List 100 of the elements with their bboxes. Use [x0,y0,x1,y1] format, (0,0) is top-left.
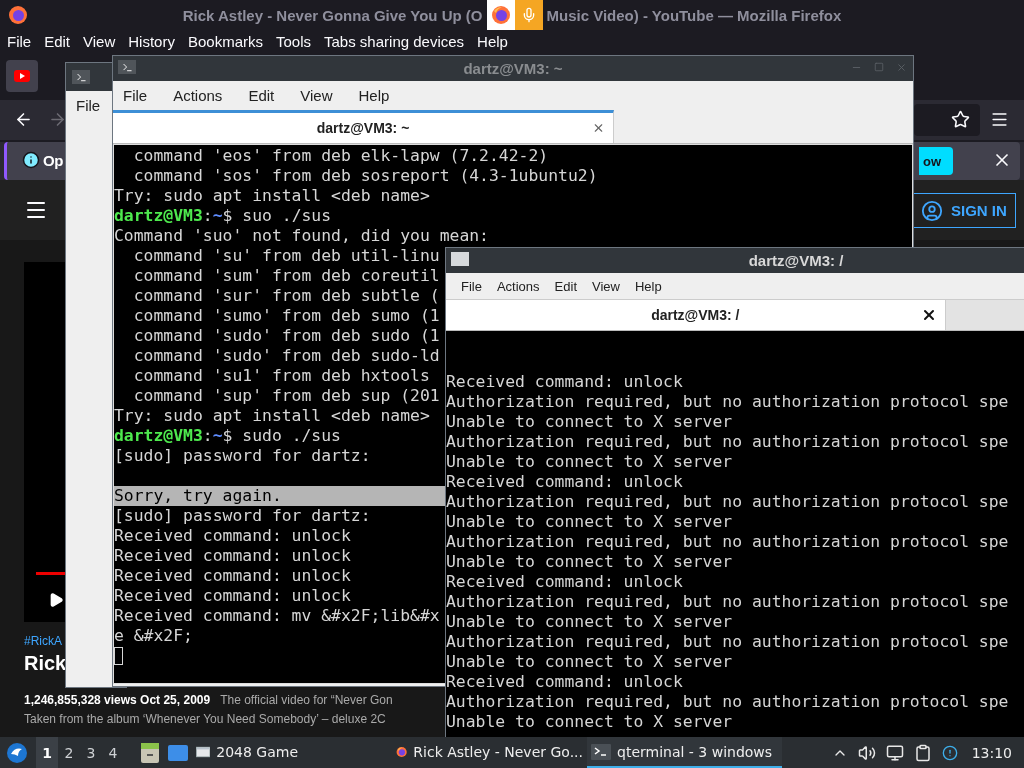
menu-item[interactable]: View [592,278,620,294]
menu-item[interactable]: Tabs sharing devices [324,32,465,50]
terminal-line: Try: sudo apt install <deb name> [114,406,430,425]
terminal-line: Authorization required, but no authorization protocol spe [446,632,1009,651]
url-field[interactable] [914,104,980,136]
file-cabinet-icon [141,742,159,763]
terminal-tab[interactable]: dartz@VM3: ~ [113,110,614,143]
terminal-line: Authorization required, but no authorization protocol spe [446,592,1009,611]
workspace-button[interactable]: 2 [58,737,80,768]
terminal-line: command 'sudo' from deb sudo (1 [132,326,440,345]
terminal-line: Authorization required, but no authorization protocol spe [446,532,1009,551]
terminal-line: Authorization required, but no authorization protocol spe [446,392,1009,411]
menu-item[interactable]: View [300,87,333,104]
menu-item[interactable]: File [461,278,482,294]
terminal-line: Try: sudo apt install <deb name> [114,186,430,205]
window-icon [196,743,211,760]
terminal-tab[interactable]: dartz@VM3: / [446,299,946,330]
network-icon[interactable] [885,743,904,762]
clipboard-icon[interactable] [913,743,932,762]
video-description: The official video for “Never Gon [220,693,393,707]
menu-item[interactable]: Help [477,32,508,50]
video-stats: 1,246,855,328 views Oct 25, 2009 [24,693,211,707]
back-icon[interactable] [14,110,33,129]
workspace-button[interactable]: 1 [36,737,58,768]
terminal-line: Unable to connect to X server [446,652,733,671]
terminal-line: command 'sup' from deb sup (201 [132,386,440,405]
taskbar-button[interactable]: 2048 Game [192,737,302,768]
menu-item[interactable]: History [128,32,175,50]
terminal-line: Unable to connect to X server [446,452,733,471]
menu-item[interactable]: Edit [248,87,275,104]
menu-item[interactable]: Help [634,278,662,294]
window-title: Rick Astley - Never Gonna Give You Up (O [182,6,483,24]
terminal-line: command 'su1' from deb hxtools [132,366,430,385]
terminal-line: command 'sumo' from deb sumo (1 [132,306,440,325]
sign-in-button[interactable]: SIGN IN [912,193,1016,228]
star-icon[interactable] [951,110,970,129]
screen-icon [168,744,188,761]
bird-logo-icon [6,741,28,764]
taskbar-button[interactable]: qterminal - 3 windows [587,737,782,768]
terminal-line: e &#x2F; [114,626,193,645]
menu-item[interactable]: Edit [44,32,71,50]
user-icon [921,199,943,222]
terminal-line: command 'sudo' from deb sudo-ld [132,346,440,365]
window-title: dartz@VM3: / [748,252,844,269]
terminal-line: Authorization required, but no authorization protocol spe [446,432,1009,451]
volume-icon[interactable] [857,743,876,762]
window-title: dartz@VM3: ~ [463,60,563,77]
terminal-line: [sudo] password for dartz: [114,446,371,465]
terminal-line: Received command: unlock [114,586,351,605]
notification-text: Op [43,152,63,169]
taskbar-button[interactable]: Rick Astley - Never Go... [392,737,587,768]
window-title: Music Video) - YouTube — Mozilla Firefox [546,6,842,24]
terminal-line: Command 'suo' not found, did you mean: [114,226,489,245]
terminal-line: command 'sum' from deb coreutil [132,266,440,285]
terminal-line: Received command: mv &#x2F;lib&#x [114,606,440,625]
forward-icon[interactable] [48,110,67,129]
firefox-icon [490,5,511,25]
video-logo-icon [14,70,30,82]
terminal-line: Received command: unlock [446,672,683,691]
terminal-line: Authorization required, but no authorization protocol spe [446,692,1009,711]
video-title: Rick [24,652,67,675]
hashtag-link[interactable]: #RickA [24,634,62,648]
notification-icon[interactable] [941,744,958,761]
terminal-line: Received command: unlock [446,572,683,591]
progress-line [36,572,65,575]
info-icon [22,151,40,169]
menu-item[interactable]: Actions [173,87,223,104]
clock[interactable]: 13:10 [971,744,1012,761]
terminal-line: Unable to connect to X server [446,412,733,431]
workspace-button[interactable]: 4 [102,737,124,768]
play-icon[interactable] [48,592,64,608]
menu-item[interactable]: Actions [496,278,540,294]
menu-item[interactable]: File [76,96,101,114]
terminal-line: command 'sur' from deb subtle ( [132,286,440,305]
terminal-line: Received command: unlock [114,546,351,565]
firefox-icon [8,5,28,25]
terminal-line: command 'sos' from deb sosreport (4.3-1ubuntu2) [132,166,598,185]
browser-tab[interactable] [6,60,38,92]
menu-item[interactable]: Tools [276,32,311,50]
terminal-line: Received command: unlock [114,526,351,545]
terminal-line: Unable to connect to X server [446,512,733,531]
terminal-line: Received command: unlock [446,372,683,391]
terminal-line: Unable to connect to X server [446,612,733,631]
menu-item[interactable]: View [83,32,116,50]
prompt-line: dartz@VM3:~$ suo ./sus [114,206,332,225]
video-description: Taken from the album ‘Whenever You Need Somebody’ – deluxe 2C [24,712,386,726]
menu-item[interactable]: Help [358,87,390,104]
menu-item[interactable]: File [123,87,148,104]
terminal-line: [sudo] password for dartz: [114,506,371,525]
workspace-button[interactable]: 3 [80,737,102,768]
menu-item[interactable]: File [7,32,32,50]
prompt-line: dartz@VM3:~$ sudo ./sus [114,426,341,445]
menu-item[interactable]: Bookmarks [187,32,263,50]
terminal-line: Unable to connect to X server [446,712,733,731]
menu-icon[interactable] [990,110,1009,129]
terminal-line: command 'su' from deb util-linu [132,246,440,265]
notification-button[interactable]: ow [919,147,954,175]
terminal-line: command 'eos' from deb elk-lapw (7.2.42-2) [132,146,549,165]
menu-item[interactable]: Edit [554,278,577,294]
terminal-line: Unable to connect to X server [446,552,733,571]
